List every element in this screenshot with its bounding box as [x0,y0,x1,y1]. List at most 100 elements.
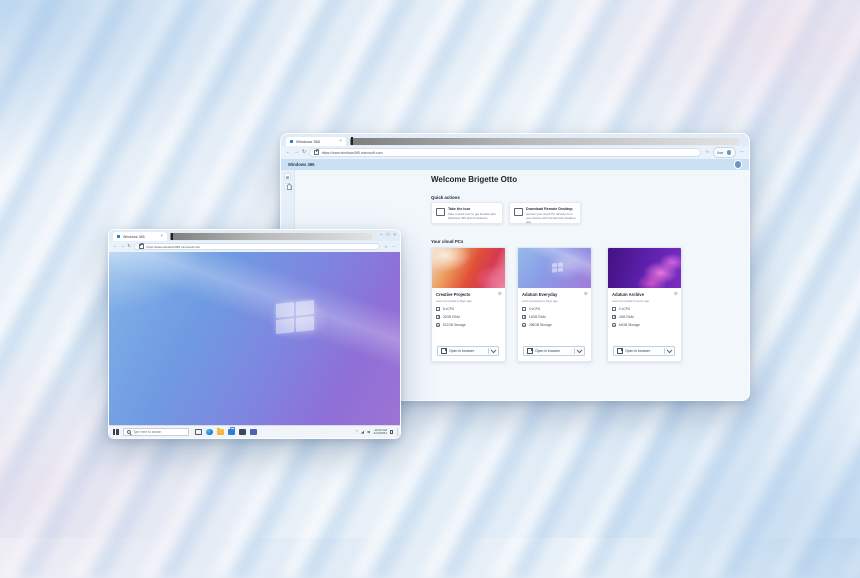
cloud-pc-card: Adatum Archive ⚙ Last connected 5 hours … [607,247,682,362]
open-in-browser-button[interactable]: Open in browser [523,346,585,356]
chevron-down-icon[interactable] [667,348,672,353]
cloud-pc-thumbnail [518,248,591,288]
open-external-icon [527,348,533,354]
portal-title: Windows 365 [288,162,315,167]
cloud-pc-card: Adatum Everyday ⚙ Last connected 2 days … [517,247,592,362]
cpu-icon [522,307,526,311]
ram-spec: 32GB RAM [443,315,460,319]
search-icon [127,430,132,435]
browser-tab[interactable]: Windows 365 × [286,137,346,147]
nav-menu-button[interactable] [284,173,291,180]
tab-favicon-icon [117,235,120,238]
open-external-icon [441,348,447,354]
forward-icon[interactable]: → [120,244,124,248]
url-input[interactable] [322,151,697,155]
show-desktop-button[interactable] [397,428,398,436]
volume-icon[interactable] [367,431,370,434]
last-connected: Last connected 2 days ago [522,299,558,303]
button-divider [664,348,665,354]
spec-list: 2 vCPU 4GB RAM 64GB Storage [612,307,640,327]
storage-spec: 512GB Storage [443,323,466,327]
ram-icon [522,315,526,319]
start-button[interactable] [113,429,119,435]
tab-title: Windows 365 [123,235,145,239]
gear-icon[interactable]: ⚙ [674,292,678,297]
quick-action-description: Take a quick tour to get familiar with W… [448,212,498,220]
edge-icon[interactable] [206,429,213,436]
spec-list: 4 vCPU 16GB RAM 256GB Storage [522,307,552,327]
browser-profile-pill[interactable]: User [713,147,735,158]
text-caret [171,233,173,241]
address-bar-row: ← → ↻ ☆ User ⋯ [281,146,749,159]
cpu-spec: 2 vCPU [619,307,630,311]
text-caret [351,137,353,145]
profile-avatar [726,149,733,156]
back-icon[interactable]: ← [286,150,291,155]
url-bar[interactable] [309,148,701,157]
quick-action-take-tour[interactable]: Take the tour Take a quick tour to get f… [431,202,503,224]
cpu-icon [436,307,440,311]
open-in-browser-button[interactable]: Open in browser [613,346,675,356]
maximize-icon[interactable]: □ [387,233,390,238]
browser-menu-icon[interactable]: ⋯ [740,150,745,155]
chevron-down-icon[interactable] [491,348,496,353]
teams-icon[interactable] [250,429,257,436]
ram-icon [436,315,440,319]
windows-logo-icon [552,263,563,273]
last-connected: Last connected 5 hours ago [612,299,649,303]
cloudpc-browser-window: Windows 365 × – □ × ← → ↻ ☆ ⋯ Type here … [108,229,401,439]
tray-expand-icon[interactable]: ^ [356,431,358,435]
cpu-spec: 4 vCPU [529,307,540,311]
quick-action-download-remote-desktop[interactable]: Download Remote Desktop Access your clou… [509,202,581,224]
quick-action-title: Download Remote Desktop [526,207,576,211]
close-icon[interactable]: × [393,233,396,238]
refresh-icon[interactable]: ↻ [302,150,306,155]
taskbar-search[interactable]: Type here to search [123,428,189,436]
storage-icon [436,323,440,327]
address-bar-row: ← → ↻ ☆ ⋯ [109,241,400,252]
back-icon[interactable]: ← [113,244,117,248]
cpu-spec: 8 vCPU [443,307,454,311]
storage-icon [522,323,526,327]
notification-center-icon[interactable] [390,430,393,433]
storage-spec: 64GB Storage [619,323,640,327]
file-explorer-icon[interactable] [217,429,224,436]
browser-tab[interactable]: Windows 365 × [113,232,167,241]
tab-close-icon[interactable]: × [160,234,163,239]
gear-icon[interactable]: ⚙ [498,292,502,297]
cloud-pc-thumbnail [432,248,505,288]
taskbar: Type here to search ^ 10:04 AM 4/14/2021 [109,425,400,438]
task-view-icon[interactable] [195,429,202,436]
system-tray: ^ 10:04 AM 4/14/2021 [356,426,398,438]
tab-title: Windows 365 [296,139,320,144]
store-icon[interactable] [228,429,235,436]
button-divider [488,348,489,354]
minimize-icon[interactable]: – [380,233,383,238]
cpu-icon [612,307,616,311]
cloud-pcs-label: Your cloud PCs [431,239,463,244]
forward-icon[interactable]: → [294,150,299,155]
gear-icon[interactable]: ⚙ [584,292,588,297]
button-divider [574,348,575,354]
last-connected: Last connected 3 days ago [436,299,472,303]
office-icon[interactable] [239,429,246,436]
taskbar-clock[interactable]: 10:04 AM 4/14/2021 [374,429,387,436]
chevron-down-icon[interactable] [577,348,582,353]
url-input[interactable] [146,245,375,249]
url-bar[interactable] [134,243,381,251]
open-external-icon [617,348,623,354]
clock-date: 4/14/2021 [374,432,387,435]
tab-close-icon[interactable]: × [339,139,342,144]
network-icon[interactable] [361,431,364,434]
account-avatar[interactable] [734,160,743,169]
tab-favicon-icon [290,140,293,143]
browser-menu-icon[interactable]: ⋯ [392,245,396,249]
nav-home-button[interactable] [284,183,291,190]
welcome-heading: Welcome Brigette Otto [431,175,687,184]
favorites-star-icon[interactable]: ☆ [384,245,388,249]
home-icon [287,186,292,189]
quick-actions-row: Take the tour Take a quick tour to get f… [431,202,581,224]
open-in-browser-button[interactable]: Open in browser [437,346,499,356]
favorites-star-icon[interactable]: ☆ [705,150,709,155]
refresh-icon[interactable]: ↻ [127,244,131,248]
